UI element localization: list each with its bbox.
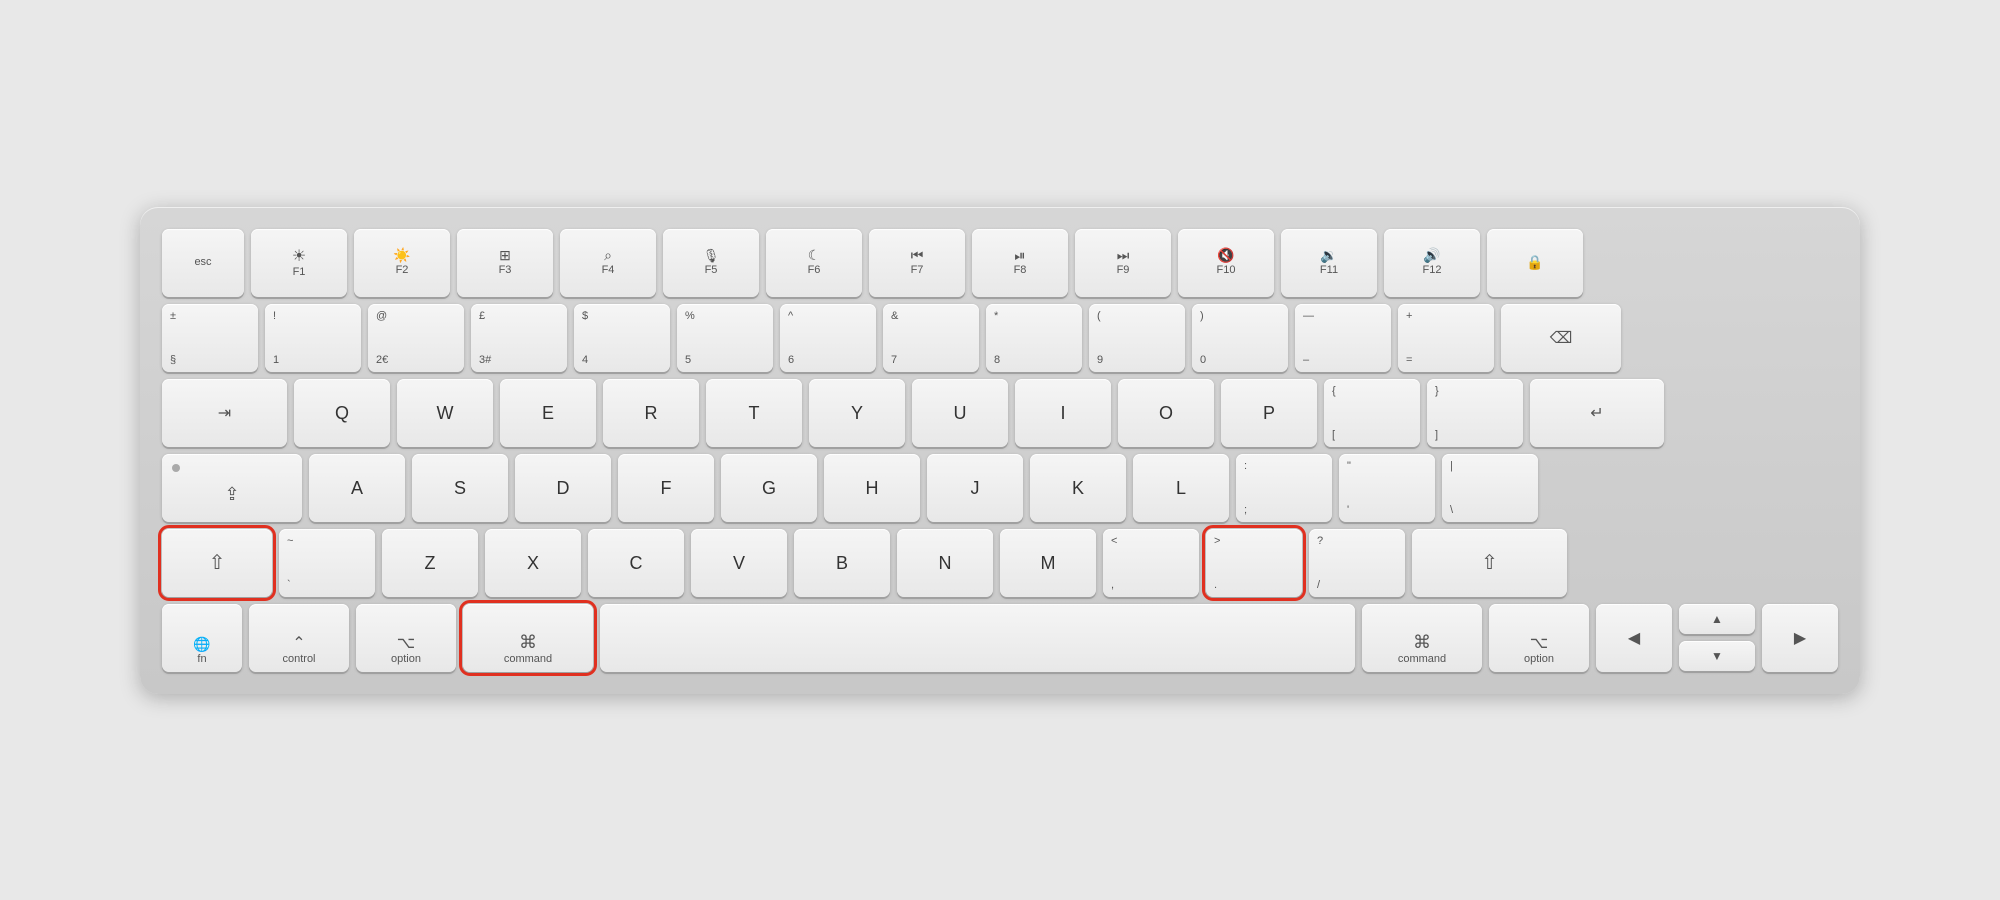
key-rbracket[interactable]: } ]: [1427, 379, 1523, 447]
key-f5[interactable]: 🎙 F5: [663, 229, 759, 297]
key-f8[interactable]: ⏯ F8: [972, 229, 1068, 297]
key-r[interactable]: R: [603, 379, 699, 447]
number-row: ± § ! 1 @ 2€ £ 3# $ 4 % 5 ^ 6 & 7: [162, 304, 1838, 372]
key-slash[interactable]: ? /: [1309, 529, 1405, 597]
key-b[interactable]: B: [794, 529, 890, 597]
key-f1[interactable]: ☀ F1: [251, 229, 347, 297]
function-row: esc ☀ F1 ☀️ F2 ⊞ F3 ⌕ F4 🎙 F5 ☾ F6 ⏮ F7: [162, 229, 1838, 297]
key-lock[interactable]: 🔒: [1487, 229, 1583, 297]
key-z[interactable]: Z: [382, 529, 478, 597]
key-s[interactable]: S: [412, 454, 508, 522]
key-7[interactable]: & 7: [883, 304, 979, 372]
key-option-right[interactable]: ⌥ option: [1489, 604, 1589, 672]
qwerty-row: ⇥ Q W E R T Y U I O P {: [162, 379, 1838, 447]
key-arrow-left[interactable]: ◀: [1596, 604, 1672, 672]
key-caps[interactable]: ⇪: [162, 454, 302, 522]
key-0[interactable]: ) 0: [1192, 304, 1288, 372]
key-enter[interactable]: ↵: [1530, 379, 1664, 447]
key-arrow-down[interactable]: ▼: [1679, 641, 1755, 671]
key-space[interactable]: [600, 604, 1355, 672]
key-p[interactable]: P: [1221, 379, 1317, 447]
key-5[interactable]: % 5: [677, 304, 773, 372]
key-control[interactable]: ⌃ control: [249, 604, 349, 672]
key-quote[interactable]: " ': [1339, 454, 1435, 522]
key-option-left[interactable]: ⌥ option: [356, 604, 456, 672]
key-x[interactable]: X: [485, 529, 581, 597]
key-section[interactable]: ± §: [162, 304, 258, 372]
key-c[interactable]: C: [588, 529, 684, 597]
key-o[interactable]: O: [1118, 379, 1214, 447]
keyboard: esc ☀ F1 ☀️ F2 ⊞ F3 ⌕ F4 🎙 F5 ☾ F6 ⏮ F7: [140, 207, 1860, 694]
key-i[interactable]: I: [1015, 379, 1111, 447]
key-u[interactable]: U: [912, 379, 1008, 447]
key-command-right[interactable]: ⌘ command: [1362, 604, 1482, 672]
key-f12[interactable]: 🔊 F12: [1384, 229, 1480, 297]
key-t[interactable]: T: [706, 379, 802, 447]
key-d[interactable]: D: [515, 454, 611, 522]
key-f7[interactable]: ⏮ F7: [869, 229, 965, 297]
key-f10[interactable]: 🔇 F10: [1178, 229, 1274, 297]
key-f[interactable]: F: [618, 454, 714, 522]
key-m[interactable]: M: [1000, 529, 1096, 597]
key-h[interactable]: H: [824, 454, 920, 522]
key-comma[interactable]: < ,: [1103, 529, 1199, 597]
key-n[interactable]: N: [897, 529, 993, 597]
key-e[interactable]: E: [500, 379, 596, 447]
key-command-left[interactable]: ⌘ command: [463, 604, 593, 672]
key-fn[interactable]: 🌐 fn: [162, 604, 242, 672]
key-semicolon[interactable]: : ;: [1236, 454, 1332, 522]
key-equals[interactable]: + =: [1398, 304, 1494, 372]
key-esc[interactable]: esc: [162, 229, 244, 297]
key-3[interactable]: £ 3#: [471, 304, 567, 372]
key-6[interactable]: ^ 6: [780, 304, 876, 372]
key-g[interactable]: G: [721, 454, 817, 522]
key-minus[interactable]: — –: [1295, 304, 1391, 372]
zxcv-row: ⇧ ~ ` Z X C V B N M < , >: [162, 529, 1838, 597]
key-backtick[interactable]: ~ `: [279, 529, 375, 597]
key-f6[interactable]: ☾ F6: [766, 229, 862, 297]
key-f11[interactable]: 🔉 F11: [1281, 229, 1377, 297]
key-w[interactable]: W: [397, 379, 493, 447]
key-backspace[interactable]: ⌫: [1501, 304, 1621, 372]
key-f2[interactable]: ☀️ F2: [354, 229, 450, 297]
key-tab[interactable]: ⇥: [162, 379, 287, 447]
key-k[interactable]: K: [1030, 454, 1126, 522]
key-4[interactable]: $ 4: [574, 304, 670, 372]
key-l[interactable]: L: [1133, 454, 1229, 522]
key-shift-right[interactable]: ⇧: [1412, 529, 1567, 597]
key-y[interactable]: Y: [809, 379, 905, 447]
key-8[interactable]: * 8: [986, 304, 1082, 372]
key-arrow-up[interactable]: ▲: [1679, 604, 1755, 634]
arrow-up-down-container: ▲ ▼: [1679, 604, 1755, 671]
key-shift-left[interactable]: ⇧: [162, 529, 272, 597]
bottom-row: 🌐 fn ⌃ control ⌥ option ⌘ command ⌘ comm…: [162, 604, 1838, 672]
key-f9[interactable]: ⏭ F9: [1075, 229, 1171, 297]
key-lbracket[interactable]: { [: [1324, 379, 1420, 447]
key-q[interactable]: Q: [294, 379, 390, 447]
key-backslash[interactable]: | \: [1442, 454, 1538, 522]
key-a[interactable]: A: [309, 454, 405, 522]
asdf-row: ⇪ A S D F G H J K L : ;: [162, 454, 1838, 522]
key-period[interactable]: > .: [1206, 529, 1302, 597]
key-9[interactable]: ( 9: [1089, 304, 1185, 372]
key-arrow-right[interactable]: ▶: [1762, 604, 1838, 672]
key-j[interactable]: J: [927, 454, 1023, 522]
key-2[interactable]: @ 2€: [368, 304, 464, 372]
key-1[interactable]: ! 1: [265, 304, 361, 372]
key-f4[interactable]: ⌕ F4: [560, 229, 656, 297]
key-v[interactable]: V: [691, 529, 787, 597]
key-f3[interactable]: ⊞ F3: [457, 229, 553, 297]
